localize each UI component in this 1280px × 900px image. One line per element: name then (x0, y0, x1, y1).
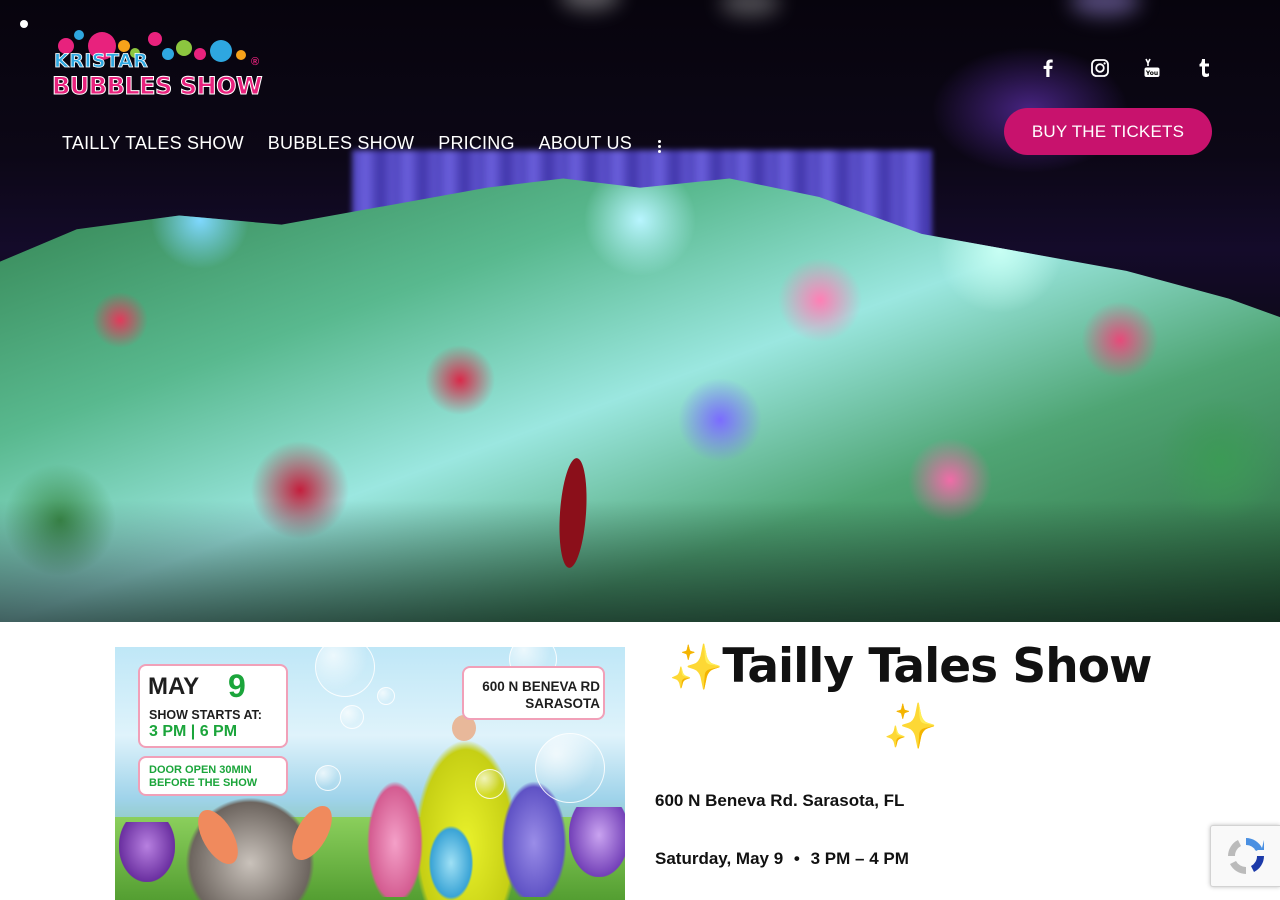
bubble (315, 765, 341, 791)
event-title: ✨Tailly Tales Show ✨ (650, 638, 1170, 756)
performer-bunny-blue (427, 823, 475, 900)
logo-text-bubbles-show: BUBBLES SHOW (52, 72, 263, 101)
poster-show-times: 3 PM | 6 PM (149, 723, 238, 740)
performer-pink (365, 777, 425, 897)
poster-day: 9 (228, 668, 246, 704)
youtube-icon[interactable]: You (1140, 56, 1164, 80)
logo-bubble (74, 30, 84, 40)
logo-bubble (176, 40, 192, 56)
logo-bubble (210, 40, 232, 62)
stage-light (720, 0, 780, 16)
facebook-icon[interactable] (1036, 56, 1060, 80)
main-navigation: TAILLY TALES SHOW BUBBLES SHOW PRICING A… (62, 133, 664, 154)
vertical-ellipsis-icon[interactable] (656, 139, 664, 154)
logo-text-kristar: KRISTAR (54, 50, 149, 73)
poster-door-note: DOOR OPEN 30MIN BEFORE THE SHOW (149, 764, 289, 790)
poster-month: MAY (148, 673, 200, 700)
logo-bubble (194, 48, 206, 60)
sparkles-icon: ✨ (883, 701, 938, 752)
separator-dot: • (793, 849, 800, 868)
bubble (475, 769, 505, 799)
svg-text:You: You (1145, 70, 1158, 77)
nav-item-about-us[interactable]: ABOUT US (539, 133, 632, 154)
stage-light (560, 0, 620, 10)
sparkles-icon: ✨ (668, 642, 724, 693)
poster-address: 600 N BENEVA RD SARASOTA (455, 678, 600, 712)
tumblr-icon[interactable] (1192, 56, 1216, 80)
nav-item-tailly-tales-show[interactable]: TAILLY TALES SHOW (62, 133, 244, 154)
poster-address-line2: SARASOTA (525, 696, 600, 711)
recaptcha-badge[interactable] (1210, 825, 1280, 887)
poster-door-line2: BEFORE THE SHOW (149, 777, 258, 789)
recaptcha-icon (1227, 838, 1264, 874)
site-logo[interactable]: KRISTAR BUBBLES SHOW ® (50, 28, 272, 104)
poster-starts-label: SHOW STARTS AT: (149, 708, 262, 722)
poster-door-line1: DOOR OPEN 30MIN (149, 764, 252, 776)
registered-mark: ® (251, 56, 260, 68)
slide-indicator[interactable] (20, 20, 28, 28)
bubble (340, 705, 364, 729)
logo-bubble (162, 48, 174, 60)
poster-address-line1: 600 N BENEVA RD (482, 679, 600, 694)
buy-tickets-button[interactable]: BUY THE TICKETS (1004, 108, 1212, 155)
bubble (535, 733, 605, 803)
cloth-shadow (0, 500, 1280, 622)
logo-bubble (148, 32, 162, 46)
event-time: 3 PM – 4 PM (810, 849, 909, 868)
nav-item-pricing[interactable]: PRICING (438, 133, 514, 154)
event-title-text: Tailly Tales Show (722, 639, 1152, 694)
stage-light (1070, 0, 1140, 16)
instagram-icon[interactable] (1088, 56, 1112, 80)
bubble (315, 647, 375, 697)
event-address: 600 N Beneva Rd. Sarasota, FL (655, 791, 905, 810)
bubble (377, 687, 395, 705)
event-date: Saturday, May 9 (655, 849, 784, 868)
crocus-flower (119, 822, 175, 882)
event-datetime: Saturday, May 9 • 3 PM – 4 PM (655, 849, 909, 869)
crocus-flower (569, 807, 625, 877)
nav-item-bubbles-show[interactable]: BUBBLES SHOW (268, 133, 414, 154)
logo-bubble (236, 50, 246, 60)
